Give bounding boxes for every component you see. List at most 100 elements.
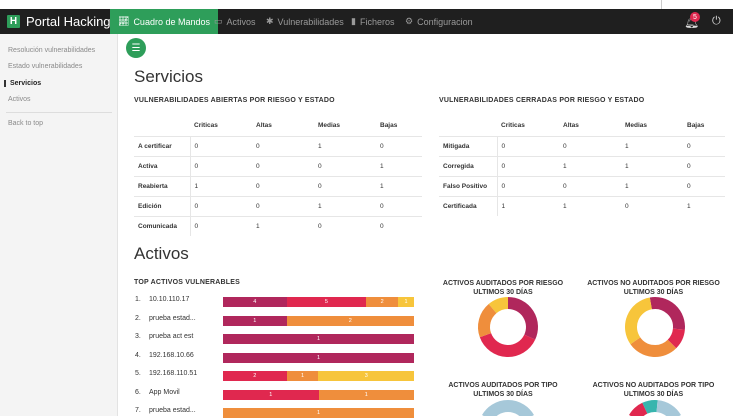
- chart-line-icon: 📈︎: [118, 16, 130, 26]
- donut-slice-critica[interactable]: [507, 297, 538, 340]
- donut-slice-alta[interactable]: [667, 328, 685, 349]
- cell-value: 0: [559, 176, 621, 197]
- donut-slice-critica[interactable]: [649, 297, 685, 330]
- bar-segment-alta[interactable]: 1: [223, 389, 319, 400]
- risk-bar[interactable]: 4521: [223, 297, 414, 307]
- abiertas-table: Criticas Altas Medias Bajas A certificar…: [134, 114, 422, 236]
- list-item[interactable]: 5. 192.168.110.51: [135, 370, 197, 377]
- list-item[interactable]: 6. App Movil: [135, 389, 180, 396]
- bar-segment-alta[interactable]: 5: [286, 297, 367, 307]
- cell-value: 1: [621, 156, 683, 177]
- cell-value: 0: [189, 196, 252, 217]
- cerradas-title: VULNERABILIDADES CERRADAS POR RIESGO Y E…: [439, 97, 645, 104]
- cell-value: 0: [189, 156, 252, 177]
- list-item[interactable]: 3. prueba act est: [135, 333, 193, 340]
- back-to-top-link[interactable]: Back to top: [8, 120, 43, 127]
- tab-vulnerabilidades[interactable]: ✱ Vulnerabilidades: [266, 9, 344, 34]
- tab-label: Cuadro de Mandos: [133, 16, 210, 27]
- donut-slice-alta[interactable]: [479, 332, 536, 357]
- list-item[interactable]: 7. prueba estad...: [135, 407, 196, 414]
- list-item-name: 192.168.10.66: [149, 351, 194, 359]
- donut-slice-media[interactable]: [630, 336, 677, 357]
- cell-value: 1: [496, 196, 559, 216]
- notification-badge: 5: [690, 12, 700, 22]
- bar-segment-media[interactable]: 1: [223, 408, 414, 418]
- cell-value: 0: [683, 156, 725, 177]
- bar-segment-media[interactable]: 1: [318, 389, 414, 400]
- row-label: Activa: [134, 156, 190, 177]
- donut-slice-baja[interactable]: [625, 297, 653, 345]
- tab-label: Ficheros: [359, 16, 395, 27]
- activos-title: Activos: [134, 244, 189, 263]
- sidebar-item-servicios[interactable]: Servicios: [4, 80, 41, 87]
- table-row: Falso Positivo 0 0 1 0: [439, 176, 725, 197]
- risk-bar[interactable]: 1: [223, 352, 414, 363]
- donut-slice-tipo[interactable]: [482, 400, 534, 416]
- row-label: Reabierta: [134, 176, 190, 197]
- cell-value: 0: [252, 156, 314, 177]
- tab-cuadro-de-mandos[interactable]: 📈︎ Cuadro de Mandos: [110, 9, 218, 34]
- tab-ficheros[interactable]: ▮ Ficheros: [351, 9, 394, 34]
- donut-slice-tipo[interactable]: [629, 402, 648, 416]
- bar-segment-media[interactable]: 1: [286, 371, 319, 381]
- row-label: A certificar: [134, 136, 190, 157]
- sidebar-item-activos[interactable]: Activos: [8, 96, 31, 103]
- bar-segment-critica[interactable]: 4: [223, 297, 287, 307]
- donut-slice-baja[interactable]: [488, 297, 509, 314]
- donut-slice-tipo[interactable]: [642, 400, 658, 414]
- bar-segment-alta[interactable]: 2: [223, 371, 287, 381]
- risk-bar[interactable]: 1: [223, 334, 414, 344]
- cell-value: 1: [559, 196, 621, 216]
- tab-activos[interactable]: ▭ Activos: [214, 9, 256, 34]
- list-item[interactable]: 2. prueba estad...: [135, 315, 196, 322]
- list-item-number: 1.: [135, 296, 141, 303]
- cell-value: 0: [376, 216, 422, 236]
- cell-value: 1: [621, 136, 683, 157]
- donut-slice-tipo[interactable]: [656, 400, 681, 416]
- list-item[interactable]: 4. 192.168.10.66: [135, 352, 194, 359]
- cell-value: 0: [252, 176, 314, 197]
- bar-segment-baja[interactable]: 1: [398, 297, 414, 307]
- bar-segment-media[interactable]: 2: [286, 315, 414, 326]
- cell-value: 0: [252, 196, 314, 217]
- top-divider: [661, 0, 662, 9]
- brand[interactable]: H Portal Hacking: [7, 9, 111, 34]
- risk-bar[interactable]: 1: [223, 408, 414, 418]
- bar-segment-baja[interactable]: 3: [318, 371, 414, 381]
- sidebar-item-resolucion[interactable]: Resolución vulnerabilidades: [8, 47, 95, 54]
- donut-title-line: ULTIMOS 30 DÍAS: [473, 289, 533, 296]
- table-row: A certificar 0 0 1 0: [134, 136, 422, 157]
- cell-value: 0: [189, 216, 252, 236]
- navbar: H Portal Hacking 📈︎ Cuadro de Mandos ▭ Act…: [0, 9, 733, 34]
- donut-title-no-auditados-riesgo: ACTIVOS NO AUDITADOS POR RIESGO ULTIMOS …: [576, 279, 731, 297]
- bar-segment-critica[interactable]: 1: [223, 315, 287, 326]
- risk-bar[interactable]: 213: [223, 371, 414, 381]
- sidebar-item-estado[interactable]: Estado vulnerabilidades: [8, 63, 82, 70]
- tab-configuracion[interactable]: ⚙ Configuracion: [405, 9, 473, 34]
- risk-bar[interactable]: 12: [223, 315, 414, 326]
- cell-value: 1: [314, 136, 376, 157]
- column-header: Altas: [256, 121, 272, 129]
- header-empty: [134, 114, 190, 137]
- header-empty: [439, 114, 497, 137]
- donut-title-auditados-tipo: ACTIVOS AUDITADOS POR TIPO ULTIMOS 30 DÍ…: [428, 381, 578, 399]
- brand-logo-icon: H: [7, 15, 20, 28]
- top-strip: [0, 0, 733, 9]
- cell-value: 1: [683, 196, 725, 216]
- cell-value: 0: [314, 156, 376, 177]
- filter-button[interactable]: ☰: [126, 38, 146, 58]
- risk-bar[interactable]: 11: [223, 389, 414, 400]
- gears-icon: ⚙: [405, 16, 414, 26]
- bar-segment-critica[interactable]: 1: [223, 352, 414, 363]
- row-label: Falso Positivo: [439, 176, 497, 197]
- cell-value: 1: [376, 176, 422, 197]
- column-header: Criticas: [501, 121, 525, 129]
- list-item[interactable]: 1. 10.10.110.17: [135, 296, 189, 303]
- donut-slice-media[interactable]: [478, 304, 497, 338]
- power-icon[interactable]: ⏻: [712, 15, 721, 28]
- donut-title-auditados-riesgo: ACTIVOS AUDITADOS POR RIESGO ULTIMOS 30 …: [428, 279, 578, 297]
- bar-segment-media[interactable]: 2: [366, 297, 399, 307]
- cell-value: 0: [376, 136, 422, 157]
- tab-label: Vulnerabilidades: [277, 16, 344, 27]
- bar-segment-critica[interactable]: 1: [223, 334, 414, 344]
